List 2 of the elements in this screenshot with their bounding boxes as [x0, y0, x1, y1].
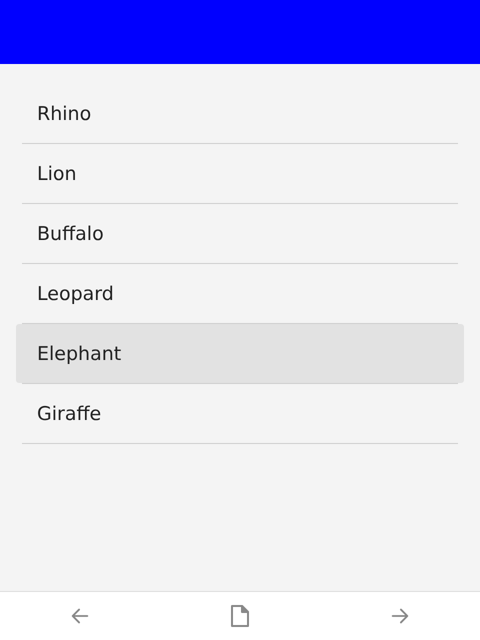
list-item[interactable]: Elephant: [16, 324, 464, 383]
document-icon[interactable]: [230, 604, 250, 628]
